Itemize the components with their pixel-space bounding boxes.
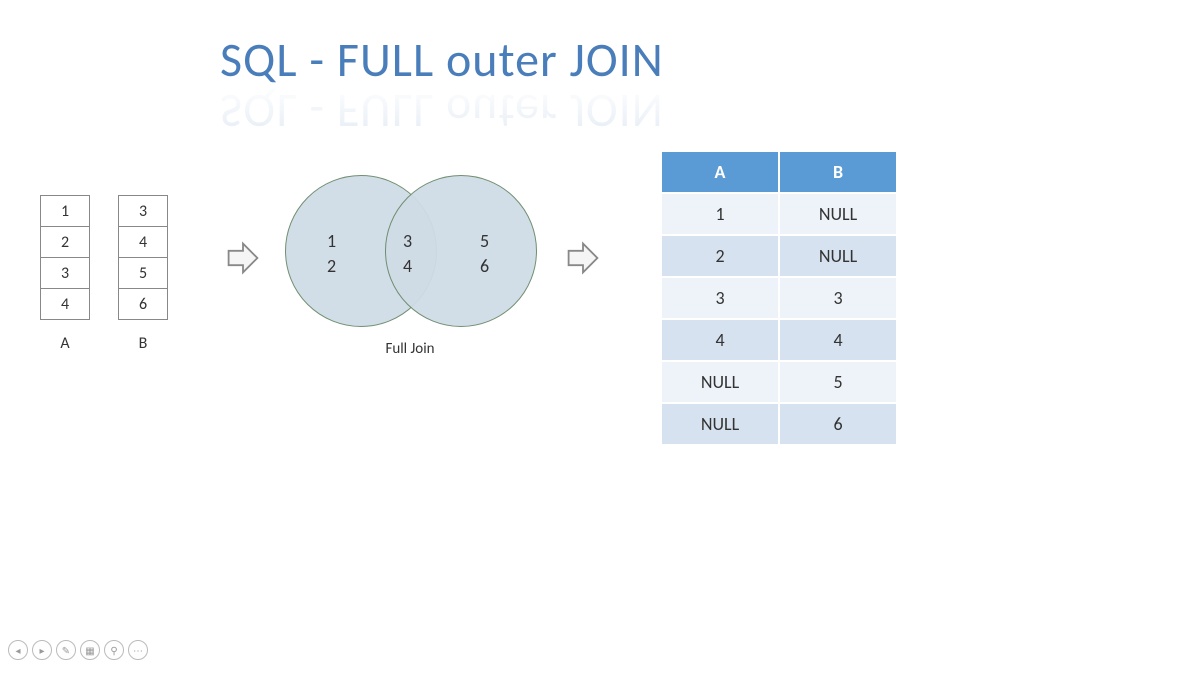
venn-intersection-value: 3 [403, 230, 412, 252]
table-b-label: B [139, 334, 148, 353]
result-cell: 3 [779, 277, 897, 319]
arrow-right-icon [565, 240, 601, 276]
arrow-right-icon [225, 240, 261, 276]
table-b-cell: 4 [119, 227, 168, 258]
result-cell: 4 [779, 319, 897, 361]
pen-tool-button[interactable]: ✎ [56, 640, 76, 660]
table-b-cell: 5 [119, 258, 168, 289]
table-a-cell: 1 [41, 196, 90, 227]
slide-grid-button[interactable]: ▦ [80, 640, 100, 660]
table-a-label: A [60, 334, 69, 353]
table-row: 1 NULL [661, 193, 897, 235]
venn-label: Full Join [285, 340, 535, 358]
venn-right-value: 5 [480, 230, 489, 252]
table-row: NULL 6 [661, 403, 897, 445]
venn-right-value: 6 [480, 255, 489, 277]
more-options-button[interactable]: ⋯ [128, 640, 148, 660]
result-cell: 2 [661, 235, 779, 277]
source-tables: 1 2 3 4 A 3 4 5 6 B [40, 195, 168, 353]
venn-left-value: 1 [327, 230, 336, 252]
venn-diagram: 1 2 3 4 5 6 Full Join [285, 175, 545, 375]
zoom-button[interactable]: ⚲ [104, 640, 124, 660]
result-cell: NULL [779, 235, 897, 277]
source-table-a: 1 2 3 4 A [40, 195, 90, 353]
next-slide-button[interactable]: ▸ [32, 640, 52, 660]
result-cell: NULL [779, 193, 897, 235]
table-row: NULL 5 [661, 361, 897, 403]
table-a-cell: 2 [41, 227, 90, 258]
page-title: SQL - FULL outer JOIN [220, 30, 664, 89]
presentation-toolbar: ◂ ▸ ✎ ▦ ⚲ ⋯ [8, 640, 148, 660]
venn-left-value: 2 [327, 255, 336, 277]
result-cell: 4 [661, 319, 779, 361]
table-b: 3 4 5 6 [118, 195, 168, 320]
prev-slide-button[interactable]: ◂ [8, 640, 28, 660]
result-cell: 5 [779, 361, 897, 403]
table-row: 3 3 [661, 277, 897, 319]
table-a: 1 2 3 4 [40, 195, 90, 320]
result-cell: NULL [661, 403, 779, 445]
page-title-reflection: SQL - FULL outer JOIN [220, 82, 664, 141]
source-table-b: 3 4 5 6 B [118, 195, 168, 353]
venn-intersection-value: 4 [403, 255, 412, 277]
result-header-a: A [661, 151, 779, 193]
result-table: A B 1 NULL 2 NULL 3 3 4 4 NULL 5 NULL 6 [660, 150, 898, 446]
table-a-cell: 3 [41, 258, 90, 289]
table-b-cell: 3 [119, 196, 168, 227]
table-row: 2 NULL [661, 235, 897, 277]
result-header-b: B [779, 151, 897, 193]
result-cell: NULL [661, 361, 779, 403]
table-a-cell: 4 [41, 289, 90, 320]
result-cell: 1 [661, 193, 779, 235]
result-cell: 3 [661, 277, 779, 319]
table-b-cell: 6 [119, 289, 168, 320]
result-cell: 6 [779, 403, 897, 445]
table-row: 4 4 [661, 319, 897, 361]
